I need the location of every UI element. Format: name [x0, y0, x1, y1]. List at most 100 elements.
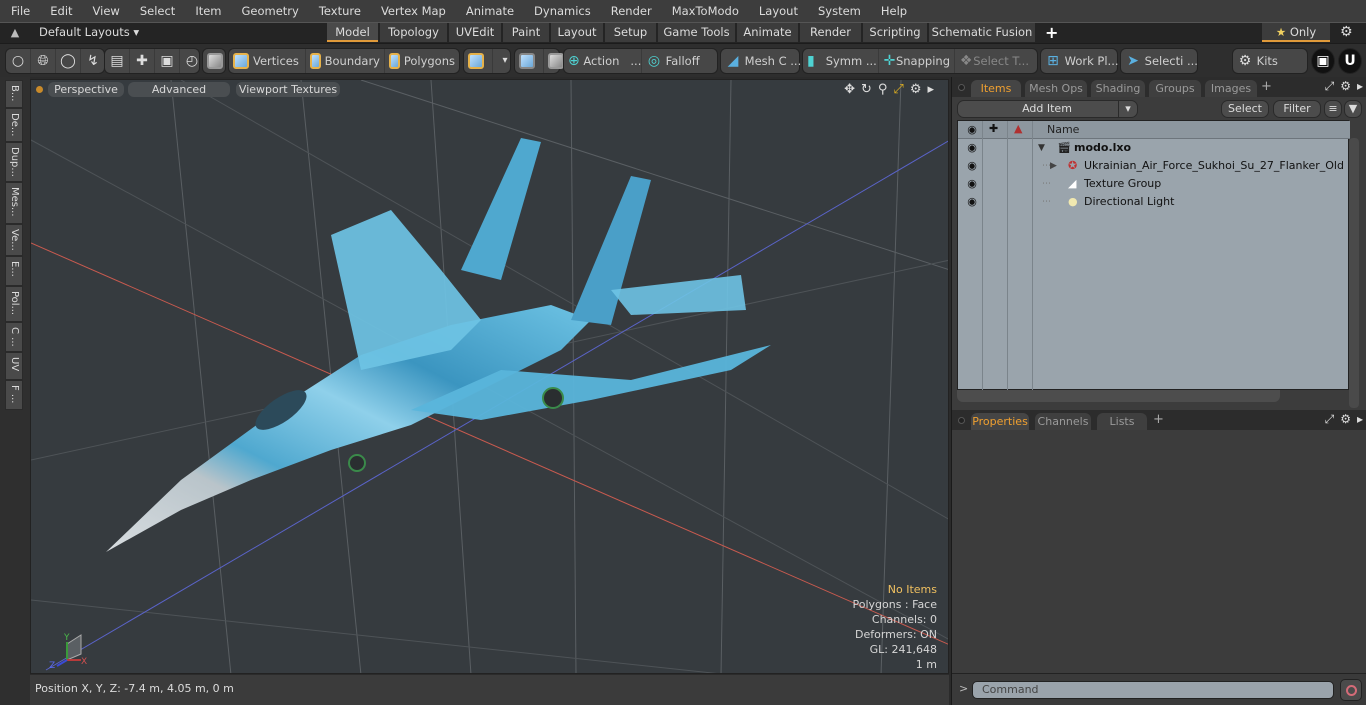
boundary-button[interactable]: Boundary — [306, 49, 385, 73]
aircraft-model[interactable] — [106, 138, 771, 552]
panel-gear-icon[interactable]: ⚙ — [1340, 412, 1351, 427]
viewport-status-dot[interactable] — [36, 86, 43, 93]
3d-viewport[interactable]: Y Z X Perspective Advanced Viewport Text… — [30, 79, 949, 674]
panel-dot[interactable] — [958, 84, 965, 91]
tab-schematic-fusion[interactable]: Schematic Fusion — [929, 23, 1035, 42]
unity-button[interactable]: ▣ — [1311, 48, 1335, 74]
tab-mesh-ops[interactable]: Mesh Ops — [1025, 80, 1087, 97]
tab-game-tools[interactable]: Game Tools — [658, 23, 735, 42]
tab-shading[interactable]: Shading — [1091, 80, 1145, 97]
visibility-eye-icon[interactable]: ◉ — [964, 157, 980, 175]
tab-images[interactable]: Images — [1205, 80, 1257, 97]
vtab-fusion[interactable]: F ... — [5, 380, 23, 410]
vtab-edge[interactable]: E... — [5, 256, 23, 286]
tab-model[interactable]: Model — [327, 23, 378, 42]
symmetry-button[interactable]: ▮ Symm ... — [803, 49, 879, 73]
view-mode-button[interactable]: Perspective — [48, 82, 124, 97]
record-macro-button[interactable] — [1340, 679, 1362, 701]
circle-select-icon[interactable]: ○ — [6, 49, 31, 73]
globe-icon[interactable]: 🌐︎ — [31, 49, 56, 73]
vertices-button[interactable]: Vertices — [229, 49, 306, 73]
panel-more-arrow-icon[interactable]: ▸ — [1357, 79, 1363, 94]
add-item-dropdown[interactable]: ▾ — [1118, 100, 1138, 118]
tab-topology[interactable]: Topology — [380, 23, 447, 42]
add-panel-tab-button[interactable]: + — [1153, 412, 1164, 427]
menu-edit[interactable]: Edit — [39, 0, 81, 22]
vtab-vertex[interactable]: Ve... — [5, 224, 23, 256]
outliner-row-texture-group[interactable]: ◉ ⋯ ◢ Texture Group — [958, 175, 1350, 193]
zoom-icon[interactable]: ⚲ — [878, 82, 888, 97]
selection-sets-button[interactable]: ➤ Selecti ... — [1121, 49, 1202, 73]
outliner-horizontal-scrollbar[interactable] — [957, 390, 1280, 402]
viewport-gear-icon[interactable]: ⚙ — [910, 82, 922, 97]
maximize-icon[interactable]: ⤢ — [893, 82, 903, 97]
tab-animate[interactable]: Animate — [737, 23, 798, 42]
pan-icon[interactable]: ✥ — [844, 82, 855, 97]
outliner-row-mesh[interactable]: ◉ ⋯ ▶ ✪ Ukrainian_Air_Force_Sukhoi_Su_27… — [958, 157, 1350, 175]
filter-funnel-button[interactable]: ▼ — [1344, 100, 1362, 118]
visibility-eye-icon[interactable]: ◉ — [964, 139, 980, 157]
tab-groups[interactable]: Groups — [1149, 80, 1201, 97]
vtab-mesh-edit[interactable]: Mes... — [5, 182, 23, 224]
expand-icon[interactable]: ⤢ — [1325, 412, 1335, 427]
menu-texture[interactable]: Texture — [308, 0, 370, 22]
square-circle-icon[interactable]: ▣ — [155, 49, 180, 73]
menu-file[interactable]: File — [0, 0, 39, 22]
menu-render[interactable]: Render — [600, 0, 661, 22]
cross-icon[interactable]: ✚ — [130, 49, 155, 73]
tab-lists[interactable]: Lists — [1097, 413, 1147, 430]
menu-view[interactable]: View — [82, 0, 129, 22]
lasso-icon[interactable]: ↯ — [81, 49, 105, 73]
outliner-row-scene[interactable]: ◉ ▼ 🎬︎ modo.lxo — [958, 139, 1350, 157]
list-options-button[interactable]: ≡ — [1324, 100, 1342, 118]
vtab-basic[interactable]: B... — [5, 80, 23, 108]
outliner-vertical-scrollbar[interactable] — [1349, 138, 1359, 408]
add-item-button[interactable]: Add Item — [957, 100, 1137, 118]
tab-render[interactable]: Render — [800, 23, 861, 42]
vtab-duplicate[interactable]: Dup... — [5, 142, 23, 182]
menu-select[interactable]: Select — [129, 0, 184, 22]
vtab-polygon[interactable]: Pol... — [5, 286, 23, 322]
menu-layout[interactable]: Layout — [748, 0, 807, 22]
tab-layout[interactable]: Layout — [551, 23, 603, 42]
polygons-button[interactable]: Polygons — [385, 49, 459, 73]
mesh-constraint-button[interactable]: ◢ Mesh C ... — [721, 49, 805, 73]
unreal-button[interactable]: U — [1338, 48, 1362, 74]
viewport-more-arrow-icon[interactable]: ▸ — [927, 82, 934, 97]
collapse-arrow-icon[interactable]: ▼ — [1038, 139, 1045, 157]
visibility-eye-icon[interactable]: ◉ — [964, 193, 980, 211]
visibility-eye-icon[interactable]: ◉ — [964, 175, 980, 193]
gear-icon[interactable]: ⚙ — [1340, 24, 1353, 40]
pivot-icon[interactable] — [515, 49, 544, 73]
tab-paint[interactable]: Paint — [503, 23, 549, 42]
select-button[interactable]: Select — [1221, 100, 1269, 118]
falloff-button[interactable]: ◎ Falloff — [642, 49, 717, 73]
collapse-up-icon[interactable]: ▲ — [8, 26, 22, 40]
menu-dynamics[interactable]: Dynamics — [523, 0, 600, 22]
tab-items[interactable]: Items — [971, 80, 1021, 97]
kits-button[interactable]: ⚙ Kits — [1233, 49, 1282, 73]
pen-icon[interactable]: ◯ — [56, 49, 81, 73]
expand-icon[interactable]: ⤢ — [1325, 79, 1335, 94]
work-plane-button[interactable]: ⊞ Work Pl... — [1041, 49, 1123, 73]
only-button[interactable]: ★ Only — [1262, 23, 1330, 42]
menu-vertex-map[interactable]: Vertex Map — [370, 0, 455, 22]
action-center-button[interactable]: ⊕ Action ... — [564, 49, 642, 73]
add-panel-tab-button[interactable]: + — [1261, 79, 1272, 94]
dial-icon[interactable]: ◴ — [180, 49, 204, 73]
axis-column-icon[interactable]: ▲ — [1014, 122, 1022, 135]
add-tab-button[interactable]: + — [1037, 23, 1066, 43]
menu-help[interactable]: Help — [870, 0, 916, 22]
outliner-row-light[interactable]: ◉ ⋯ ● Directional Light — [958, 193, 1350, 211]
menu-maxtomodo[interactable]: MaxToModo — [661, 0, 748, 22]
vtab-curve[interactable]: C ... — [5, 322, 23, 352]
panel-dot[interactable] — [958, 417, 965, 424]
default-layouts-dropdown[interactable]: Default Layouts ▾ — [39, 25, 139, 39]
vtab-uv[interactable]: UV — [5, 352, 23, 380]
name-column-header[interactable]: Name — [1047, 123, 1079, 136]
command-input[interactable]: Command — [972, 681, 1334, 699]
select-through-button[interactable]: ❖ Select T... — [955, 49, 1033, 73]
menu-animate[interactable]: Animate — [455, 0, 523, 22]
visibility-column-icon[interactable]: ◉ — [964, 123, 980, 136]
tab-channels[interactable]: Channels — [1035, 413, 1091, 430]
